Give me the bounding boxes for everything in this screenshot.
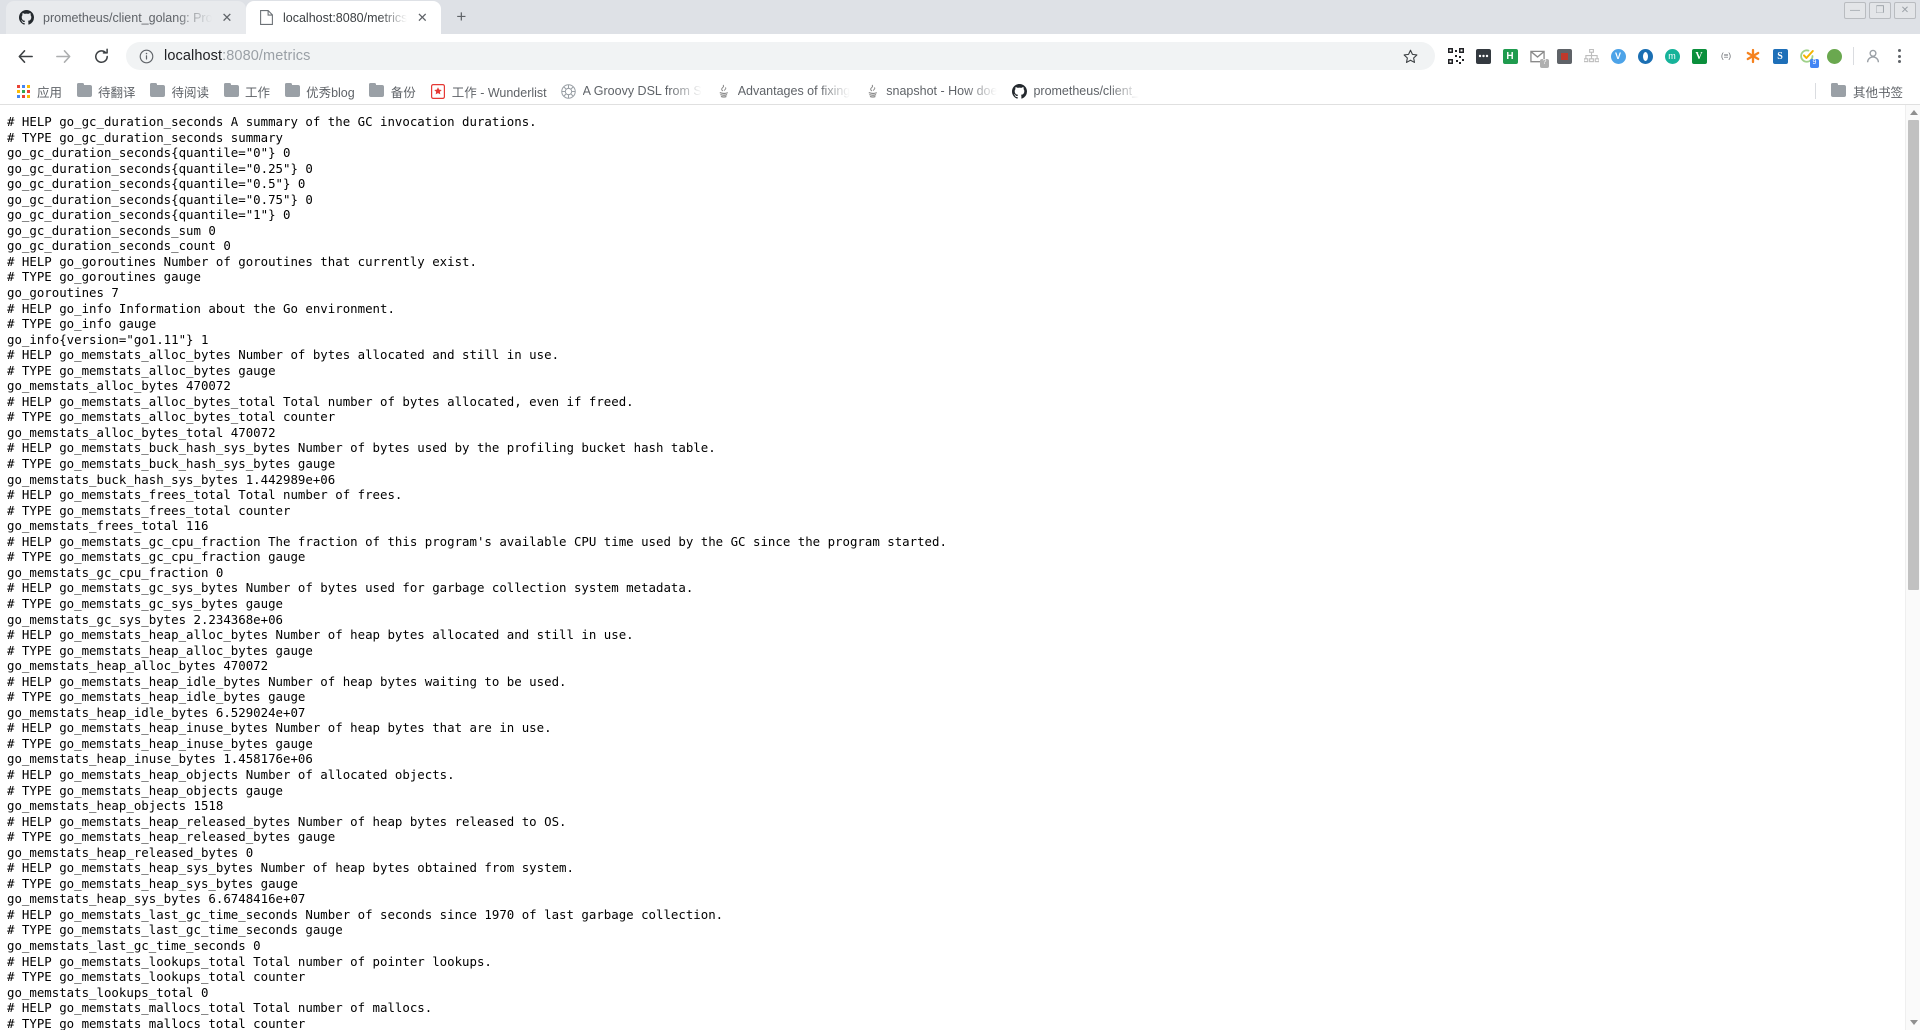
bookmark-folder-2[interactable]: 待阅读 — [143, 80, 217, 102]
other-bookmarks-group: 其他书签 — [1814, 80, 1910, 102]
profile-avatar-icon[interactable] — [1860, 43, 1886, 69]
bookmark-wunderlist[interactable]: 工作 - Wunderlist — [423, 80, 554, 102]
folder-icon — [284, 82, 300, 99]
url-text: localhost:8080/metrics — [164, 48, 310, 64]
url-host: localhost — [164, 48, 223, 64]
close-icon[interactable]: ✕ — [1894, 2, 1916, 19]
bookmark-label: 应用 — [37, 85, 63, 100]
close-icon[interactable]: ✕ — [413, 9, 431, 27]
bookmark-advantages-of-fixing[interactable]: Advantages of fixing — [709, 80, 858, 102]
folder-icon — [223, 82, 239, 99]
bookmark-label: 优秀blog — [306, 85, 355, 100]
url-path: :8080/metrics — [222, 48, 311, 64]
equalizer-extension-icon[interactable]: (≡) — [1713, 43, 1739, 69]
bookmark-label: 待翻译 — [98, 85, 136, 100]
sitemap-extension-icon[interactable] — [1578, 43, 1604, 69]
wunderlist-icon — [430, 83, 446, 99]
bookmark-label: Advantages of fixing — [737, 84, 851, 98]
extension-badge: 9 — [1810, 59, 1819, 68]
close-icon[interactable]: ✕ — [218, 9, 236, 27]
momentum-extension-icon[interactable]: m — [1659, 43, 1685, 69]
toolbar-divider — [1853, 47, 1854, 65]
extensions-bar: H ? V m V (≡) S 9 — [1443, 43, 1847, 69]
maximize-icon[interactable]: ❐ — [1869, 2, 1891, 19]
bookmark-prometheus-client[interactable]: prometheus/client_ — [1004, 80, 1146, 102]
folder-icon — [1831, 82, 1847, 99]
browser-tab-1[interactable]: localhost:8080/metrics ✕ — [246, 1, 442, 34]
folder-icon — [150, 82, 166, 99]
bookmark-label: 其他书签 — [1852, 85, 1903, 100]
reload-button[interactable] — [86, 41, 116, 71]
scroll-down-button[interactable] — [1906, 1015, 1920, 1030]
bookmark-folder-4[interactable]: 优秀blog — [277, 80, 362, 102]
h-green-extension-icon[interactable]: H — [1497, 43, 1523, 69]
new-tab-button[interactable]: + — [447, 3, 475, 31]
green-dot-extension-icon[interactable] — [1821, 43, 1847, 69]
gmail-checker-extension-icon[interactable]: ? — [1524, 43, 1550, 69]
folder-icon — [369, 82, 385, 99]
s-blue-extension-icon[interactable]: S — [1767, 43, 1793, 69]
other-bookmarks-button[interactable]: 其他书签 — [1824, 80, 1910, 102]
svg-text:(≡): (≡) — [1721, 52, 1731, 61]
gear-favicon-icon — [561, 83, 577, 99]
asterisk-extension-icon[interactable] — [1740, 43, 1766, 69]
v-shield-extension-icon[interactable]: V — [1605, 43, 1631, 69]
java-icon — [716, 83, 732, 99]
browser-toolbar: localhost:8080/metrics H ? V m V (≡) S 9 — [0, 34, 1920, 78]
scrollbar-thumb[interactable] — [1908, 120, 1919, 590]
forward-button[interactable] — [48, 41, 78, 71]
v-green-extension-icon[interactable]: V — [1686, 43, 1712, 69]
bookmark-star-icon[interactable] — [1397, 43, 1423, 69]
apps-grid-icon — [15, 83, 31, 99]
github-icon — [1011, 83, 1027, 99]
bookmark-label: 备份 — [390, 85, 416, 100]
java-icon — [864, 83, 880, 99]
address-bar[interactable]: localhost:8080/metrics — [126, 42, 1435, 70]
bookmark-groovy-dsl[interactable]: A Groovy DSL from S — [554, 80, 709, 102]
tab-strip: prometheus/client_golang: Pro ✕ localhos… — [0, 0, 1920, 34]
window-controls: — ❐ ✕ — [1844, 2, 1916, 19]
bookmark-label: 待阅读 — [171, 85, 210, 100]
scroll-up-button[interactable] — [1906, 105, 1920, 120]
qr-code-extension-icon[interactable] — [1443, 43, 1469, 69]
bookmark-apps[interactable]: 应用 — [8, 80, 69, 102]
tab-title: localhost:8080/metrics — [283, 10, 408, 25]
bookmark-snapshot[interactable]: snapshot - How doe — [857, 80, 1004, 102]
page-viewport: # HELP go_gc_duration_seconds A summary … — [0, 105, 1920, 1030]
minimize-icon[interactable]: — — [1844, 2, 1866, 19]
check-circle-extension-icon[interactable]: 9 — [1794, 43, 1820, 69]
bookmark-label: snapshot - How doe — [886, 84, 998, 98]
extension-badge: ? — [1540, 59, 1549, 68]
folder-icon — [76, 82, 92, 99]
dark-reader-extension-icon[interactable] — [1470, 43, 1496, 69]
opera-touch-extension-icon[interactable] — [1632, 43, 1658, 69]
tab-title: prometheus/client_golang: Pro — [43, 10, 212, 25]
browser-menu-button[interactable] — [1886, 43, 1912, 69]
bookmark-label: 工作 - Wunderlist — [451, 85, 547, 100]
bookmark-folder-5[interactable]: 备份 — [362, 80, 423, 102]
player-extension-icon[interactable] — [1551, 43, 1577, 69]
github-icon — [18, 10, 34, 26]
metrics-text: # HELP go_gc_duration_seconds A summary … — [7, 114, 947, 1030]
bookmark-label: A Groovy DSL from S — [582, 84, 702, 98]
info-circle-icon[interactable] — [138, 48, 154, 64]
bookmarks-bar: 应用 待翻译 待阅读 工作 优秀blog 备份 工作 - Wunderlist … — [0, 78, 1920, 105]
document-icon — [258, 10, 274, 26]
bookmark-label: 工作 — [245, 85, 271, 100]
browser-tab-0[interactable]: prometheus/client_golang: Pro ✕ — [6, 1, 246, 34]
bookmark-folder-3[interactable]: 工作 — [216, 80, 277, 102]
back-button[interactable] — [10, 41, 40, 71]
bookmarks-divider — [1814, 83, 1816, 99]
bookmark-folder-1[interactable]: 待翻译 — [69, 80, 143, 102]
bookmark-label: prometheus/client_ — [1033, 84, 1140, 98]
vertical-scrollbar[interactable] — [1905, 105, 1920, 1030]
